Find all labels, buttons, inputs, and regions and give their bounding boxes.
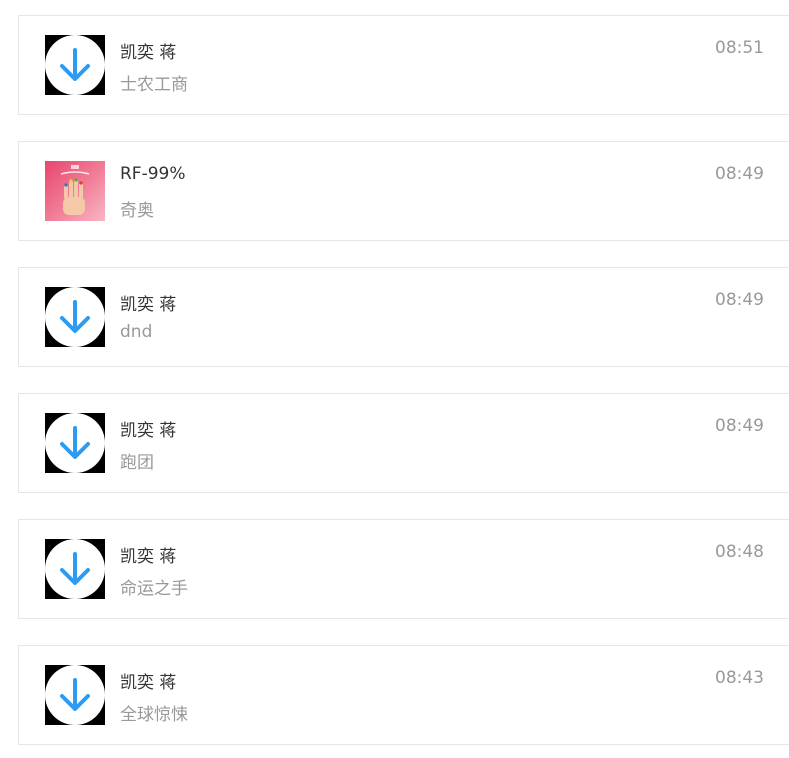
contact-name: RF-99% [120,164,186,184]
avatar [45,539,105,599]
timestamp: 08:43 [715,668,764,688]
download-arrow-icon [45,665,105,725]
contact-name: 凯奕 蒋 [120,295,177,315]
list-item[interactable]: 凯奕 蒋 命运之手 08:48 [18,519,789,619]
chat-subtitle: dnd [120,322,153,342]
contact-name: 凯奕 蒋 [120,43,177,63]
chat-subtitle: 士农工商 [120,75,188,95]
conversation-list: 凯奕 蒋 士农工商 08:51 RF-99% 奇奥 08:49 凯奕 蒋 dnd… [0,0,789,758]
avatar [45,665,105,725]
timestamp: 08:49 [715,290,764,310]
timestamp: 08:51 [715,38,764,58]
avatar [45,161,105,221]
contact-name: 凯奕 蒋 [120,673,177,693]
download-arrow-icon [45,287,105,347]
download-arrow-icon [45,35,105,95]
download-arrow-icon [45,539,105,599]
avatar [45,35,105,95]
album-cover-image [45,161,105,221]
list-item[interactable]: 凯奕 蒋 dnd 08:49 [18,267,789,367]
chat-subtitle: 奇奥 [120,201,154,221]
list-item[interactable]: 凯奕 蒋 跑团 08:49 [18,393,789,493]
download-arrow-icon [45,413,105,473]
list-item[interactable]: 凯奕 蒋 全球惊悚 08:43 [18,645,789,745]
timestamp: 08:49 [715,416,764,436]
timestamp: 08:48 [715,542,764,562]
chat-subtitle: 全球惊悚 [120,705,188,725]
chat-subtitle: 命运之手 [120,579,188,599]
list-item[interactable]: 凯奕 蒋 士农工商 08:51 [18,15,789,115]
chat-subtitle: 跑团 [120,453,154,473]
list-item[interactable]: RF-99% 奇奥 08:49 [18,141,789,241]
contact-name: 凯奕 蒋 [120,421,177,441]
avatar [45,413,105,473]
avatar [45,287,105,347]
contact-name: 凯奕 蒋 [120,547,177,567]
timestamp: 08:49 [715,164,764,184]
